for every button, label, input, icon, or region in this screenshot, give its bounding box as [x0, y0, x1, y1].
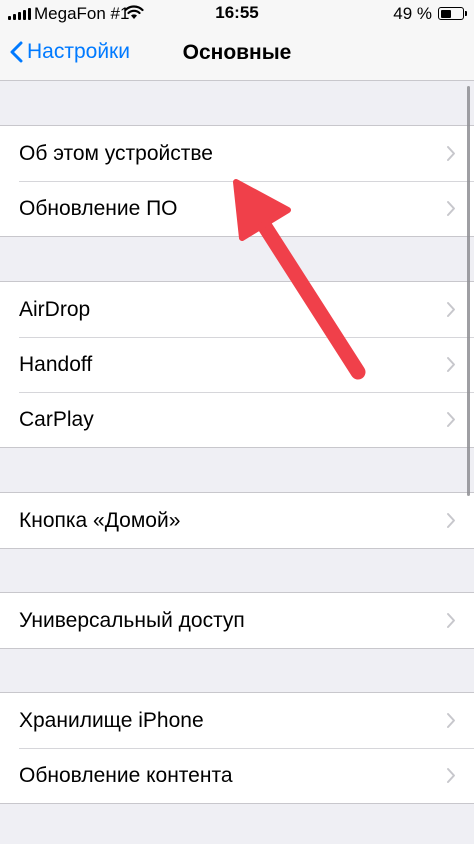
- chevron-right-icon: [447, 201, 455, 216]
- row-label: AirDrop: [19, 297, 91, 321]
- settings-group-home-button: Кнопка «Домой»: [0, 492, 474, 549]
- settings-row-handoff[interactable]: Handoff: [0, 337, 474, 392]
- settings-row-software-update[interactable]: Обновление ПО: [0, 181, 474, 236]
- row-label: Обновление ПО: [19, 196, 178, 220]
- scroll-indicator[interactable]: [467, 86, 470, 496]
- settings-group-accessibility: Универсальный доступ: [0, 592, 474, 649]
- settings-group-connectivity: AirDrop Handoff CarPlay: [0, 281, 474, 448]
- chevron-right-icon: [447, 302, 455, 317]
- settings-row-home-button[interactable]: Кнопка «Домой»: [0, 493, 474, 548]
- settings-row-airdrop[interactable]: AirDrop: [0, 282, 474, 337]
- chevron-right-icon: [447, 357, 455, 372]
- row-label: CarPlay: [19, 407, 94, 431]
- page-title: Основные: [182, 41, 292, 64]
- row-label: Об этом устройстве: [19, 141, 213, 165]
- row-label: Кнопка «Домой»: [19, 508, 181, 532]
- settings-row-background-refresh[interactable]: Обновление контента: [0, 748, 474, 803]
- chevron-right-icon: [447, 768, 455, 783]
- row-label: Универсальный доступ: [19, 608, 245, 632]
- settings-row-carplay[interactable]: CarPlay: [0, 392, 474, 447]
- settings-screen: MegaFon #1 16:55 49 % Настройки Основные…: [0, 0, 474, 844]
- row-label: Handoff: [19, 352, 93, 376]
- chevron-right-icon: [447, 613, 455, 628]
- row-label: Обновление контента: [19, 763, 233, 787]
- battery-fill: [440, 9, 451, 18]
- settings-row-iphone-storage[interactable]: Хранилище iPhone: [0, 693, 474, 748]
- row-label: Хранилище iPhone: [19, 708, 204, 732]
- settings-row-accessibility[interactable]: Универсальный доступ: [0, 593, 474, 648]
- chevron-right-icon: [447, 513, 455, 528]
- battery-percent: 49 %: [393, 4, 432, 23]
- status-bar: MegaFon #1 16:55 49 %: [0, 0, 474, 28]
- settings-group-about: Об этом устройстве Обновление ПО: [0, 125, 474, 237]
- chevron-right-icon: [447, 713, 455, 728]
- chevron-right-icon: [447, 412, 455, 427]
- battery-icon: [438, 7, 467, 20]
- navigation-bar: Настройки Основные: [0, 28, 474, 81]
- settings-row-about-device[interactable]: Об этом устройстве: [0, 126, 474, 181]
- settings-group-storage: Хранилище iPhone Обновление контента: [0, 692, 474, 804]
- chevron-right-icon: [447, 146, 455, 161]
